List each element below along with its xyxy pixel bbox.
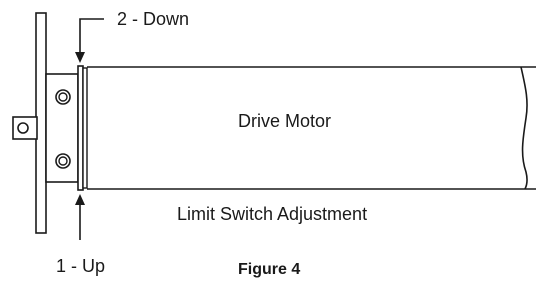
down-label: 2 - Down: [117, 9, 189, 29]
motor-tube-break-line: [520, 66, 528, 190]
down-limit-screw: [55, 153, 71, 169]
down-arrowhead: [75, 52, 85, 63]
down-leader-line: [79, 18, 104, 56]
motor-flange: [77, 65, 88, 191]
drive-motor-diagram: 2 - Down Drive Motor Limit Switch Adjust…: [0, 0, 536, 279]
mounting-tab-hole: [17, 122, 29, 134]
up-arrowhead: [75, 194, 85, 205]
diagram-canvas: 2 - Down Drive Motor Limit Switch Adjust…: [12, 9, 536, 278]
up-label: 1 - Up: [56, 256, 105, 276]
drive-motor-label: Drive Motor: [238, 111, 331, 131]
limit-switch-label: Limit Switch Adjustment: [177, 204, 367, 224]
figure-caption: Figure 4: [238, 261, 300, 278]
up-limit-screw: [55, 89, 71, 105]
